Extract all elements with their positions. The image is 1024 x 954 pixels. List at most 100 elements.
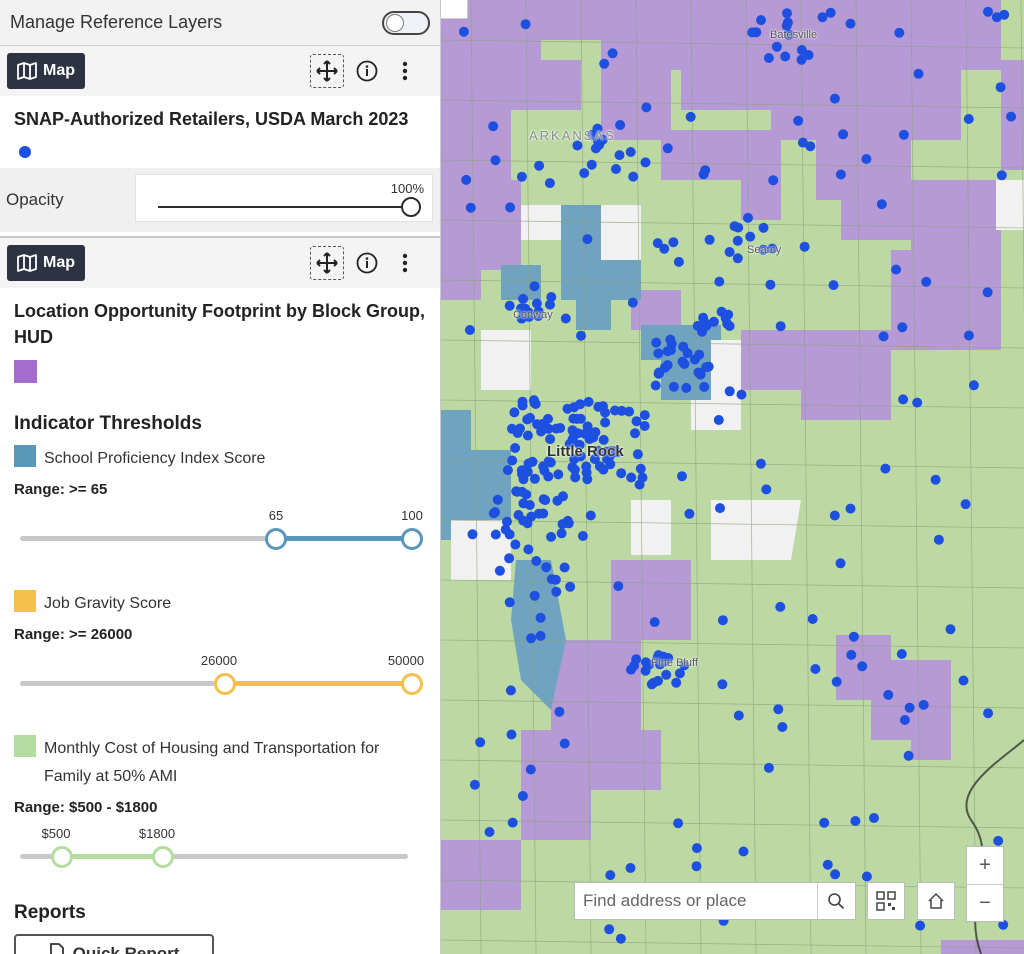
move-icon[interactable] [310, 54, 344, 88]
snap-retailer-point [684, 508, 695, 519]
snap-retailer-point [822, 859, 833, 870]
snap-retailer-point [763, 53, 774, 63]
layer2-map-button-label: Map [43, 254, 75, 271]
unmatched-region [996, 180, 1024, 230]
qr-code-icon[interactable] [867, 882, 905, 920]
snap-retailer-point [897, 322, 908, 333]
zoom-in-button[interactable]: + [967, 847, 1003, 885]
slider-fill [225, 681, 412, 686]
snap-retailer-point [492, 494, 503, 505]
snap-retailer-point [543, 423, 554, 434]
snap-retailer-point [691, 861, 702, 872]
home-icon[interactable] [917, 882, 955, 920]
report-icon [49, 942, 65, 954]
opacity-slider-handle[interactable] [401, 197, 421, 217]
layer1-map-button[interactable]: Map [7, 53, 85, 89]
snap-retailer-point [517, 791, 528, 801]
snap-retailer-point [777, 722, 788, 732]
snap-retailer-point [807, 614, 818, 624]
snap-retailer-point [819, 817, 830, 828]
indicator-range: Range: $500 - $1800 [14, 799, 158, 816]
place-label-searcy: Searcy [747, 244, 782, 256]
place-label-batesville: Batesville [770, 29, 818, 41]
snap-retailer-point [995, 82, 1006, 93]
snap-retailer-point [869, 813, 879, 823]
snap-retailer-point [835, 558, 846, 569]
snap-retailer-point [560, 313, 571, 324]
layer1-title: SNAP-Authorized Retailers, USDA March 20… [14, 109, 409, 129]
zoom-out-button[interactable]: − [967, 885, 1003, 922]
more-options-icon[interactable] [390, 54, 420, 88]
snap-retailer-point [461, 174, 472, 185]
snap-retailer-point [677, 356, 688, 367]
snap-retailer-point [983, 6, 993, 17]
snap-retailer-point [845, 18, 856, 29]
snap-retailer-point [665, 334, 676, 345]
snap-retailer-point [650, 380, 661, 391]
opacity-track[interactable] [158, 206, 410, 208]
snap-retailer-point [551, 586, 562, 597]
snap-retailer-point [699, 381, 710, 392]
opacity-label: Opacity [6, 190, 64, 209]
unmatched-region [521, 205, 561, 240]
slider-max-handle[interactable] [401, 528, 423, 550]
layer2-toolbar: Map [0, 238, 440, 288]
snap-retailer-point [640, 157, 651, 168]
snap-retailer-point [600, 417, 611, 428]
boundary-line [441, 939, 1024, 949]
snap-retailer-point [682, 348, 693, 359]
snap-retailer-point [659, 243, 670, 254]
snap-retailer-point [848, 631, 859, 642]
snap-retailer-point [963, 330, 974, 341]
map-view[interactable]: Batesville ARKANSAS Searcy Conway Little… [441, 0, 1024, 954]
snap-retailer-point [903, 750, 914, 761]
snap-retailer-point [720, 313, 731, 324]
snap-retailer-point [982, 287, 993, 298]
snap-retailer-point [534, 160, 545, 171]
snap-retailer-point [544, 178, 555, 189]
place-label-conway: Conway [513, 309, 553, 321]
snap-retailer-point [838, 129, 849, 140]
snap-retailer-point [559, 738, 570, 749]
info-icon[interactable] [352, 246, 382, 280]
quick-report-button[interactable]: Quick Report [14, 934, 214, 954]
indicator-swatch [14, 590, 36, 612]
slider-min-handle[interactable] [214, 673, 236, 695]
map-canvas[interactable] [441, 0, 1024, 954]
info-icon[interactable] [352, 54, 382, 88]
snap-retailer-point [639, 410, 650, 421]
snap-retailer-point [579, 168, 590, 179]
snap-retailer-point [529, 281, 540, 292]
slider-max-handle[interactable] [152, 846, 174, 868]
layer2-map-button[interactable]: Map [7, 245, 85, 281]
map-corner-control[interactable] [441, 0, 468, 19]
snap-retailer-point [796, 54, 807, 65]
snap-retailer-point [475, 737, 486, 748]
snap-retailer-point [724, 247, 735, 257]
snap-retailer-point [646, 679, 657, 690]
snap-retailer-point [921, 276, 932, 287]
snap-retailer-point [533, 508, 544, 519]
move-icon[interactable] [310, 246, 344, 280]
manage-reference-layers-title: Manage Reference Layers [10, 12, 223, 32]
snap-retailer-point [732, 253, 743, 264]
slider-min-handle[interactable] [265, 528, 287, 550]
address-search-input[interactable] [575, 890, 817, 912]
snap-retailer-point [1006, 111, 1017, 122]
snap-retailer-point [796, 45, 807, 55]
snap-retailer-point [732, 235, 743, 246]
snap-retailer-point [850, 816, 861, 826]
snap-retailer-point [577, 531, 588, 541]
snap-retailer-point [828, 280, 839, 291]
search-icon[interactable] [816, 883, 855, 919]
snap-retailer-point [526, 633, 537, 644]
snap-retailer-point [743, 212, 753, 223]
slider-min-handle[interactable] [51, 846, 73, 868]
slider-max-handle[interactable] [401, 673, 423, 695]
snap-retailer-point [968, 380, 979, 391]
snap-retailer-point [502, 465, 513, 476]
reference-layers-toggle[interactable] [382, 10, 430, 35]
snap-retailer-point [625, 863, 636, 873]
more-options-icon[interactable] [390, 246, 420, 280]
opacity-row: Opacity 100% [0, 168, 440, 232]
